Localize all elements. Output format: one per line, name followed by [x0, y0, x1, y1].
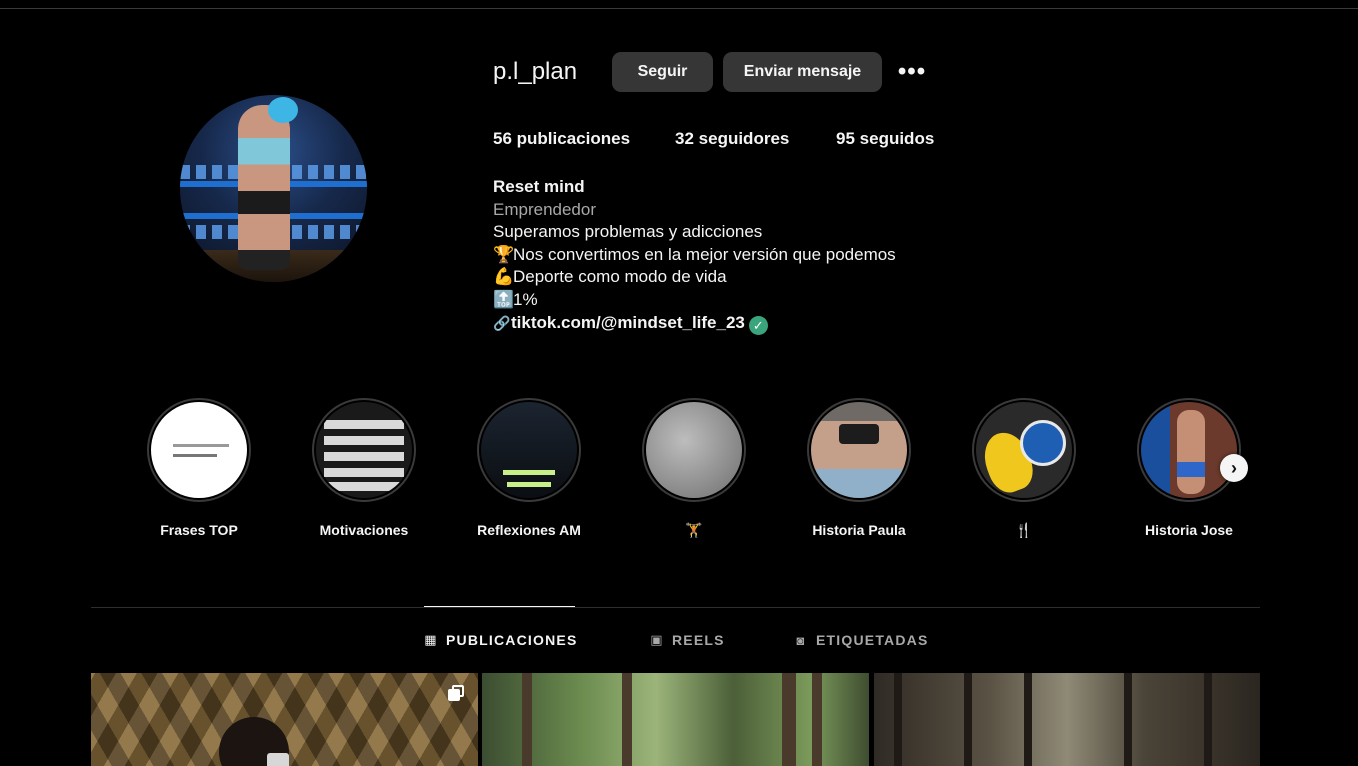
highlight-label: Motivaciones	[319, 522, 409, 538]
tab-label: ETIQUETADAS	[816, 632, 929, 648]
bio-line-text: 1%	[513, 289, 538, 309]
highlight-ring	[642, 398, 746, 502]
highlight-ring	[807, 398, 911, 502]
post-thumbnail[interactable]	[482, 673, 869, 766]
bio-line: Superamos problemas y adicciones	[493, 221, 896, 244]
highlight-thumbnail	[151, 402, 247, 498]
bio-link-row[interactable]: 🔗tiktok.com/@mindset_life_23 ✓	[493, 312, 896, 335]
flexed-biceps-icon: 💪	[493, 267, 515, 287]
stat-followers[interactable]: 32 seguidores	[675, 129, 789, 149]
highlight-thumbnail	[1141, 402, 1237, 498]
bio-line-text: Nos convertimos en la mejor versión que …	[513, 244, 896, 264]
bio-link[interactable]: tiktok.com/@mindset_life_23	[511, 313, 745, 332]
highlight-ring	[972, 398, 1076, 502]
bio-category: Emprendedor	[493, 199, 597, 219]
posts-label: publicaciones	[516, 129, 631, 148]
tabs-divider	[91, 607, 1260, 608]
post-thumbnail[interactable]	[874, 673, 1260, 766]
highlight-thumbnail	[811, 402, 907, 498]
tab-reels[interactable]: ▣ REELS	[650, 632, 725, 648]
username: p.l_plan	[493, 58, 578, 85]
stat-following[interactable]: 95 seguidos	[836, 129, 934, 149]
send-message-button[interactable]: Enviar mensaje	[723, 52, 882, 92]
highlight-ring	[477, 398, 581, 502]
highlight-food[interactable]: 🍴	[949, 398, 1099, 539]
active-tab-indicator	[424, 606, 575, 607]
top-divider	[0, 8, 1358, 9]
highlight-historia-paula[interactable]: Historia Paula	[784, 398, 934, 538]
highlight-label: Historia Paula	[812, 522, 906, 538]
bio-line: 🏆Nos convertimos en la mejor versión que…	[493, 244, 896, 267]
highlight-ring	[1137, 398, 1241, 502]
profile-avatar[interactable]	[180, 95, 367, 282]
fork-knife-icon: 🍴	[1015, 522, 1033, 538]
highlight-thumbnail	[316, 402, 412, 498]
tab-label: PUBLICACIONES	[446, 632, 578, 648]
highlight-ring	[147, 398, 251, 502]
posts-count: 56	[493, 129, 512, 148]
bio: Reset mind Emprendedor Superamos problem…	[493, 176, 896, 335]
highlight-frases-top[interactable]: Frases TOP	[124, 398, 274, 538]
highlight-ring	[312, 398, 416, 502]
followers-count: 32	[675, 129, 694, 148]
profile-page: p.l_plan Seguir Enviar mensaje ••• 56 pu…	[0, 0, 1358, 766]
avatar-plate	[268, 97, 298, 123]
avatar-person	[238, 105, 290, 270]
top-arrow-icon: 🔝	[493, 289, 515, 309]
highlight-label: Frases TOP	[160, 522, 238, 538]
grid-icon: ▦	[424, 632, 438, 647]
tab-label: REELS	[672, 632, 725, 648]
bio-line: 🔝1%	[493, 289, 896, 312]
highlight-label: Historia Jose	[1145, 522, 1233, 538]
link-icon: 🔗	[493, 314, 511, 331]
followers-label: seguidores	[698, 129, 790, 148]
highlight-weightlifting[interactable]: 🏋	[619, 398, 769, 539]
highlight-thumbnail	[646, 402, 742, 498]
follow-button[interactable]: Seguir	[612, 52, 713, 92]
trophy-icon: 🏆	[493, 244, 515, 264]
following-label: seguidos	[859, 129, 935, 148]
highlight-label: Reflexiones AM	[477, 522, 581, 538]
stat-posts: 56 publicaciones	[493, 129, 630, 149]
reels-icon: ▣	[650, 632, 664, 647]
bio-line-text: Deporte como modo de vida	[513, 267, 727, 287]
post-thumbnail[interactable]	[91, 673, 478, 766]
chevron-right-icon[interactable]: ›	[1220, 454, 1248, 482]
bio-line: 💪Deporte como modo de vida	[493, 266, 896, 289]
highlight-motivaciones[interactable]: Motivaciones	[289, 398, 439, 538]
following-count: 95	[836, 129, 855, 148]
check-badge-icon: ✓	[748, 315, 768, 335]
tagged-icon: ◙	[796, 632, 806, 648]
highlight-thumbnail	[976, 402, 1072, 498]
tab-etiquetadas[interactable]: ◙ ETIQUETADAS	[794, 632, 929, 648]
tab-publicaciones[interactable]: ▦ PUBLICACIONES	[424, 632, 578, 648]
bio-line-text: Superamos problemas y adicciones	[493, 222, 763, 242]
weightlifter-icon: 🏋	[685, 522, 703, 538]
more-options-icon[interactable]: •••	[896, 58, 928, 85]
highlight-reflexiones-am[interactable]: Reflexiones AM	[454, 398, 604, 538]
bio-name: Reset mind	[493, 177, 585, 196]
carousel-icon	[448, 685, 464, 701]
post-phone	[267, 753, 289, 766]
highlight-thumbnail	[481, 402, 577, 498]
